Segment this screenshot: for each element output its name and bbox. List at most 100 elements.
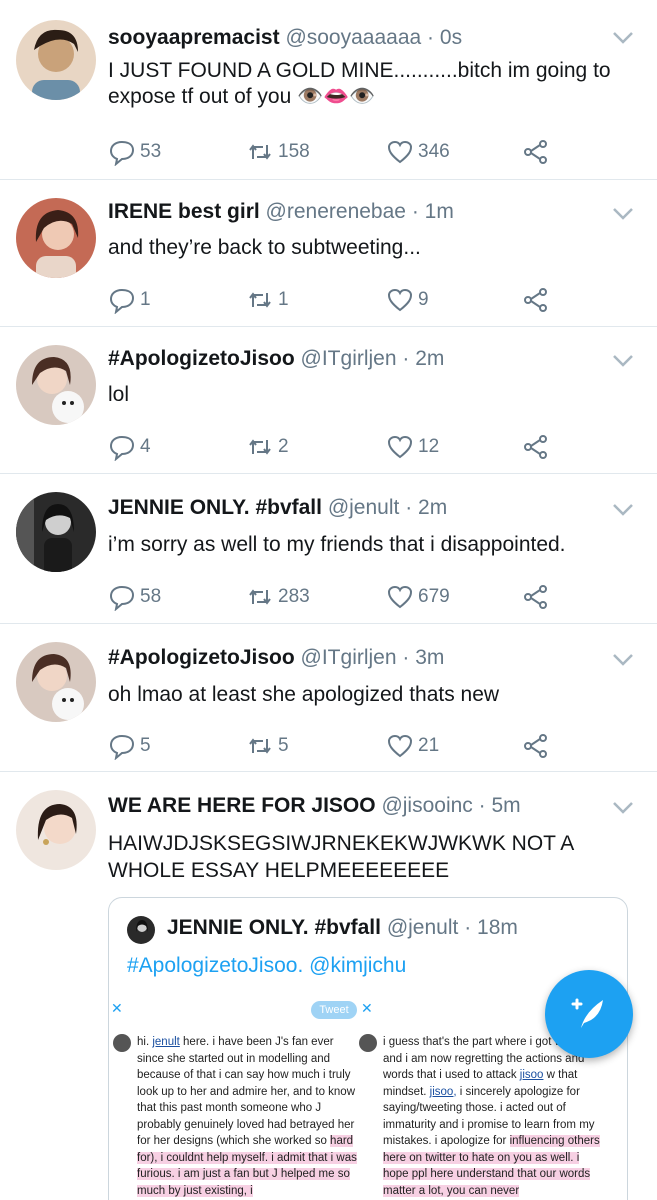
tweet-actions: 4 2 12 [108, 432, 648, 462]
tweet-header: WE ARE HERE FOR JISOO @jisooinc · 5m [108, 792, 521, 820]
reply-button[interactable]: 5 [108, 731, 151, 761]
avatar[interactable] [16, 492, 96, 572]
user-handle[interactable]: @renerenebae [266, 200, 406, 223]
user-handle[interactable]: @ITgirljen [301, 347, 397, 370]
reply-icon [109, 288, 135, 314]
like-button[interactable]: 21 [386, 731, 439, 761]
like-button[interactable]: 679 [386, 582, 450, 612]
essay-text: hi. [137, 1036, 153, 1048]
share-button[interactable] [522, 731, 554, 761]
display-name[interactable]: IRENE best girl [108, 200, 260, 223]
quoted-tweet-text[interactable]: #ApologizetoJisoo. @kimjichu [127, 954, 406, 978]
retweet-icon [249, 144, 271, 160]
retweet-button[interactable]: 2 [246, 432, 289, 462]
avatar[interactable] [16, 20, 96, 100]
display-name[interactable]: WE ARE HERE FOR JISOO [108, 794, 376, 817]
separator: · [411, 200, 419, 223]
like-button[interactable]: 12 [386, 432, 439, 462]
tweet[interactable]: #ApologizetoJisoo @ITgirljen · 2m lol 4 … [0, 327, 657, 474]
tweet-text: lol [108, 383, 130, 406]
tweet-actions: 5 5 21 [108, 731, 648, 761]
share-icon [524, 435, 547, 459]
tweet[interactable]: sooyaapremacist @sooyaaaaaa · 0s I JUST … [0, 0, 657, 180]
essay-link: jisoo [519, 1069, 544, 1081]
reply-count: 5 [140, 735, 151, 756]
reply-button[interactable]: 1 [108, 285, 151, 315]
heart-icon [387, 140, 413, 164]
reply-count: 1 [140, 289, 151, 310]
retweet-button[interactable]: 1 [246, 285, 289, 315]
tweet[interactable]: IRENE best girl @renerenebae · 1m and th… [0, 180, 657, 327]
user-handle[interactable]: @jisooinc [381, 794, 472, 817]
retweet-button[interactable]: 283 [246, 582, 310, 612]
share-button[interactable] [522, 582, 554, 612]
share-button[interactable] [522, 285, 554, 315]
compose-tweet-icon [571, 998, 603, 1028]
avatar [359, 1034, 377, 1052]
quoted-tweet-header: JENNIE ONLY. #bvfall @jenult · 18m [127, 916, 518, 940]
reply-icon [109, 435, 135, 461]
separator: · [464, 916, 472, 939]
retweet-icon [249, 292, 271, 308]
display-name[interactable]: JENNIE ONLY. #bvfall [108, 496, 322, 519]
essay-right-column: i guess that's the part where i got wron… [383, 1034, 608, 1199]
tweet-text: and they’re back to subtweeting... [108, 236, 421, 259]
tweet[interactable]: #ApologizetoJisoo @ITgirljen · 3m oh lma… [0, 624, 657, 772]
chevron-down-icon[interactable] [611, 353, 635, 369]
close-icon: ✕ [111, 1000, 123, 1016]
timestamp: 2m [415, 347, 445, 370]
retweet-button[interactable]: 5 [246, 731, 289, 761]
display-name: JENNIE ONLY. #bvfall [167, 916, 381, 939]
retweet-icon [249, 738, 271, 754]
essay-link: jenult [152, 1036, 180, 1048]
avatar[interactable] [16, 198, 96, 278]
retweet-count: 283 [278, 586, 310, 607]
tweet-text: oh lmao at least she apologized thats ne… [108, 683, 500, 706]
display-name[interactable]: sooyaapremacist [108, 26, 280, 49]
retweet-icon [249, 439, 271, 455]
separator: · [478, 794, 486, 817]
reply-button[interactable]: 4 [108, 432, 151, 462]
tweet-header: sooyaapremacist @sooyaaaaaa · 0s [108, 24, 462, 52]
tweet-header: JENNIE ONLY. #bvfall @jenult · 2m [108, 494, 447, 522]
tweet[interactable]: JENNIE ONLY. #bvfall @jenult · 2m i’m so… [0, 474, 657, 624]
timestamp: 2m [418, 496, 448, 519]
timestamp: 3m [415, 646, 445, 669]
compose-tweet-button[interactable] [545, 970, 633, 1058]
like-button[interactable]: 346 [386, 137, 450, 167]
share-icon [524, 585, 547, 609]
timestamp: 0s [439, 26, 463, 49]
timestamp: 18m [477, 916, 518, 939]
chevron-down-icon[interactable] [611, 30, 635, 46]
reply-button[interactable]: 53 [108, 137, 161, 167]
user-handle[interactable]: @jenult [328, 496, 400, 519]
avatar[interactable] [16, 790, 96, 870]
like-count: 12 [418, 436, 440, 457]
like-count: 346 [418, 141, 450, 162]
share-button[interactable] [522, 137, 554, 167]
chevron-down-icon[interactable] [611, 502, 635, 518]
avatar[interactable] [16, 642, 96, 722]
share-button[interactable] [522, 432, 554, 462]
chevron-down-icon[interactable] [611, 206, 635, 222]
reply-button[interactable]: 58 [108, 582, 161, 612]
user-handle: @jenult [386, 916, 459, 939]
separator: · [427, 26, 435, 49]
reply-icon [109, 140, 135, 166]
like-button[interactable]: 9 [386, 285, 429, 315]
user-handle[interactable]: @ITgirljen [301, 646, 397, 669]
separator: · [402, 646, 410, 669]
tweet-actions: 58 283 679 [108, 582, 648, 612]
like-count: 9 [418, 289, 429, 310]
display-name[interactable]: #ApologizetoJisoo [108, 646, 295, 669]
display-name[interactable]: #ApologizetoJisoo [108, 347, 295, 370]
reply-icon [109, 734, 135, 760]
chevron-down-icon[interactable] [611, 652, 635, 668]
avatar[interactable] [16, 345, 96, 425]
tweet-actions: 53 158 346 [108, 137, 648, 167]
retweet-icon [249, 589, 271, 605]
chevron-down-icon[interactable] [611, 800, 635, 816]
quoted-tweet-card[interactable]: JENNIE ONLY. #bvfall @jenult · 18m #Apol… [108, 897, 628, 1200]
user-handle[interactable]: @sooyaaaaaa [285, 26, 421, 49]
retweet-button[interactable]: 158 [246, 137, 310, 167]
